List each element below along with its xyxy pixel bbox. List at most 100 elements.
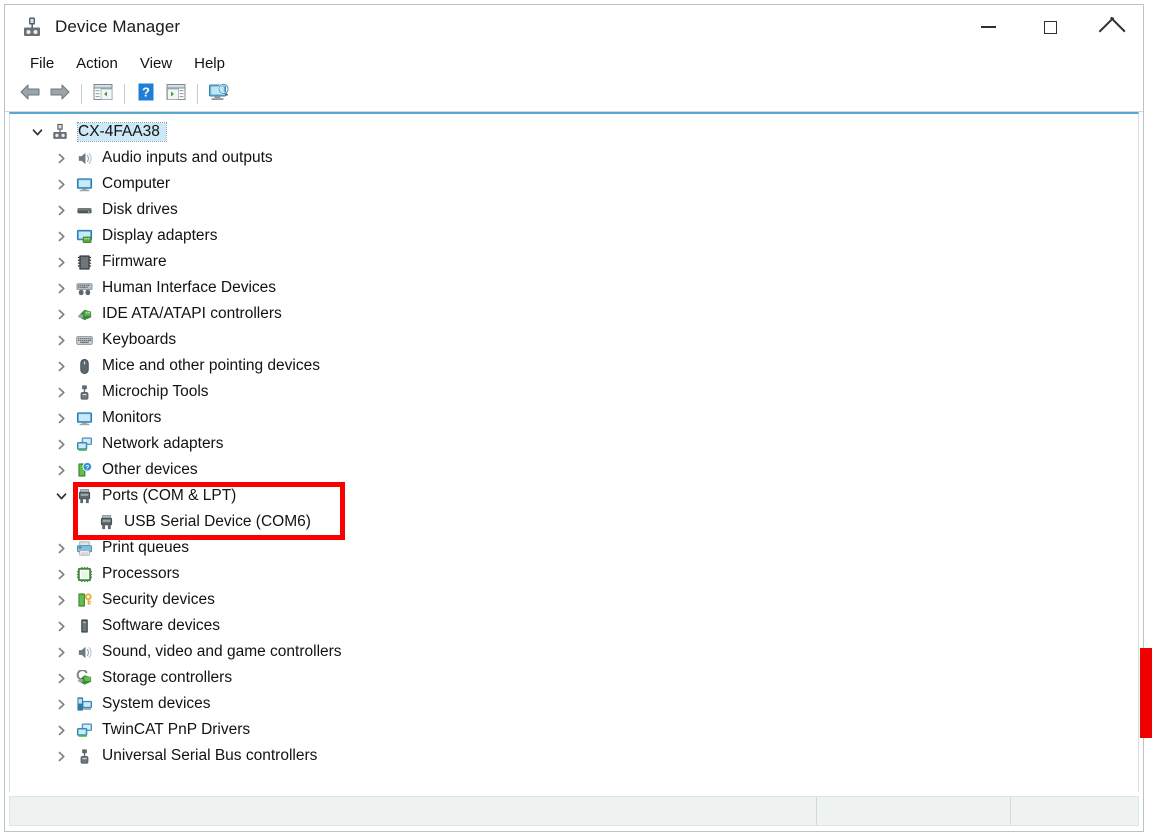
scan-for-hardware-changes-icon (208, 82, 230, 107)
minimize-button[interactable] (957, 5, 1019, 49)
tree-item-audio-inputs-and-outputs[interactable]: Audio inputs and outputs (10, 145, 1138, 171)
svg-text:?: ? (85, 464, 89, 471)
tree-item-mice-and-other-pointing-devices[interactable]: Mice and other pointing devices (10, 353, 1138, 379)
tree-item-keyboards[interactable]: Keyboards (10, 327, 1138, 353)
tree-item-label: Print queues (102, 539, 190, 556)
tree-item-network-adapters[interactable]: Network adapters (10, 431, 1138, 457)
tree-item-other-devices[interactable]: ? Other devices (10, 457, 1138, 483)
ide-controller-icon (72, 306, 96, 323)
tree-item-twincat-pnp-drivers[interactable]: TwinCAT PnP Drivers (10, 717, 1138, 743)
tree-item-universal-serial-bus-controllers[interactable]: Universal Serial Bus controllers (10, 743, 1138, 769)
chevron-right-icon[interactable] (50, 231, 72, 242)
chevron-right-icon[interactable] (50, 595, 72, 606)
tree-item-computer[interactable]: Computer (10, 171, 1138, 197)
chevron-right-icon[interactable] (50, 335, 72, 346)
port-icon (94, 514, 118, 531)
chevron-right-icon[interactable] (50, 413, 72, 424)
scan-for-hardware-changes-button[interactable] (204, 80, 234, 108)
chevron-right-icon[interactable] (50, 647, 72, 658)
tree-item-label: Human Interface Devices (102, 279, 277, 296)
title-bar: Device Manager (5, 5, 1143, 49)
status-pane-1 (10, 797, 816, 825)
help-button[interactable]: ? (131, 80, 161, 108)
tree-item-security-devices[interactable]: Security devices (10, 587, 1138, 613)
properties-button[interactable] (161, 80, 191, 108)
tree-root-label: CX-4FAA38 (77, 122, 167, 142)
chevron-right-icon[interactable] (50, 257, 72, 268)
usb-device-icon (72, 384, 96, 401)
chevron-right-icon[interactable] (50, 309, 72, 320)
tree-root-node[interactable]: CX-4FAA38 (10, 119, 1138, 145)
tree-item-ide-ata-atapi-controllers[interactable]: IDE ATA/ATAPI controllers (10, 301, 1138, 327)
display-adapter-icon (72, 228, 96, 245)
network-adapter-icon (72, 436, 96, 453)
tree-item-processors[interactable]: Processors (10, 561, 1138, 587)
device-manager-window: Device Manager File Action View Help ? C… (4, 4, 1144, 832)
tree-item-microchip-tools[interactable]: Microchip Tools (10, 379, 1138, 405)
menu-action[interactable]: Action (65, 53, 129, 74)
speaker-icon (72, 644, 96, 661)
tree-item-label: Storage controllers (102, 669, 233, 686)
menu-help[interactable]: Help (183, 53, 236, 74)
processor-icon (72, 566, 96, 583)
tree-item-ports-com-and-lpt[interactable]: Ports (COM & LPT) (10, 483, 1138, 509)
show-hide-console-tree-button[interactable] (88, 80, 118, 108)
chevron-right-icon[interactable] (50, 725, 72, 736)
tree-item-label: Mice and other pointing devices (102, 357, 320, 374)
chevron-right-icon[interactable] (50, 361, 72, 372)
chevron-right-icon[interactable] (50, 283, 72, 294)
security-device-icon (72, 592, 96, 609)
chevron-right-icon[interactable] (50, 179, 72, 190)
back-arrow-icon (19, 83, 41, 106)
back-button[interactable] (15, 80, 45, 108)
tree-item-print-queues[interactable]: Print queues (10, 535, 1138, 561)
tree-item-label: Sound, video and game controllers (102, 643, 342, 660)
tree-item-monitors[interactable]: Monitors (10, 405, 1138, 431)
mouse-icon (72, 358, 96, 375)
maximize-icon (1043, 20, 1057, 34)
chevron-right-icon[interactable] (50, 621, 72, 632)
chevron-right-icon[interactable] (50, 205, 72, 216)
forward-button[interactable] (45, 80, 75, 108)
chevron-down-icon[interactable] (50, 491, 72, 502)
menu-view[interactable]: View (129, 53, 183, 74)
tree-item-software-devices[interactable]: Software devices (10, 613, 1138, 639)
monitor-icon (72, 410, 96, 427)
printer-icon (72, 540, 96, 557)
chevron-right-icon[interactable] (50, 387, 72, 398)
computer-node-icon (48, 123, 72, 141)
tree-item-firmware[interactable]: Firmware (10, 249, 1138, 275)
close-button[interactable] (1081, 5, 1143, 49)
toolbar: ? (5, 77, 1143, 112)
chevron-right-icon[interactable] (50, 673, 72, 684)
tree-item-label: Processors (102, 565, 180, 582)
tree-item-storage-controllers[interactable]: Storage controllers (10, 665, 1138, 691)
device-tree-panel[interactable]: CX-4FAA38 Audio inputs and outputs Compu… (9, 112, 1139, 792)
tree-item-label: Microchip Tools (102, 383, 209, 400)
tree-item-sound-video-and-game-controllers[interactable]: Sound, video and game controllers (10, 639, 1138, 665)
tree-item-usb-serial-device-com6[interactable]: USB Serial Device (COM6) (10, 509, 1138, 535)
monitor-icon (72, 176, 96, 193)
port-icon (72, 488, 96, 505)
chevron-right-icon[interactable] (50, 543, 72, 554)
disk-drive-icon (72, 202, 96, 219)
menu-file[interactable]: File (19, 53, 65, 74)
chevron-right-icon[interactable] (50, 153, 72, 164)
chevron-down-icon[interactable] (26, 127, 48, 138)
maximize-button[interactable] (1019, 5, 1081, 49)
tree-item-human-interface-devices[interactable]: Human Interface Devices (10, 275, 1138, 301)
chevron-right-icon[interactable] (50, 569, 72, 580)
tree-item-system-devices[interactable]: System devices (10, 691, 1138, 717)
forward-arrow-icon (49, 83, 71, 106)
menu-bar: File Action View Help (5, 49, 1143, 77)
window-controls (957, 5, 1143, 49)
device-tree: CX-4FAA38 Audio inputs and outputs Compu… (10, 114, 1138, 769)
tree-item-disk-drives[interactable]: Disk drives (10, 197, 1138, 223)
tree-item-display-adapters[interactable]: Display adapters (10, 223, 1138, 249)
chevron-right-icon[interactable] (50, 465, 72, 476)
chevron-right-icon[interactable] (50, 699, 72, 710)
chevron-right-icon[interactable] (50, 751, 72, 762)
toolbar-separator-1 (81, 84, 82, 104)
usb-device-icon (72, 748, 96, 765)
chevron-right-icon[interactable] (50, 439, 72, 450)
